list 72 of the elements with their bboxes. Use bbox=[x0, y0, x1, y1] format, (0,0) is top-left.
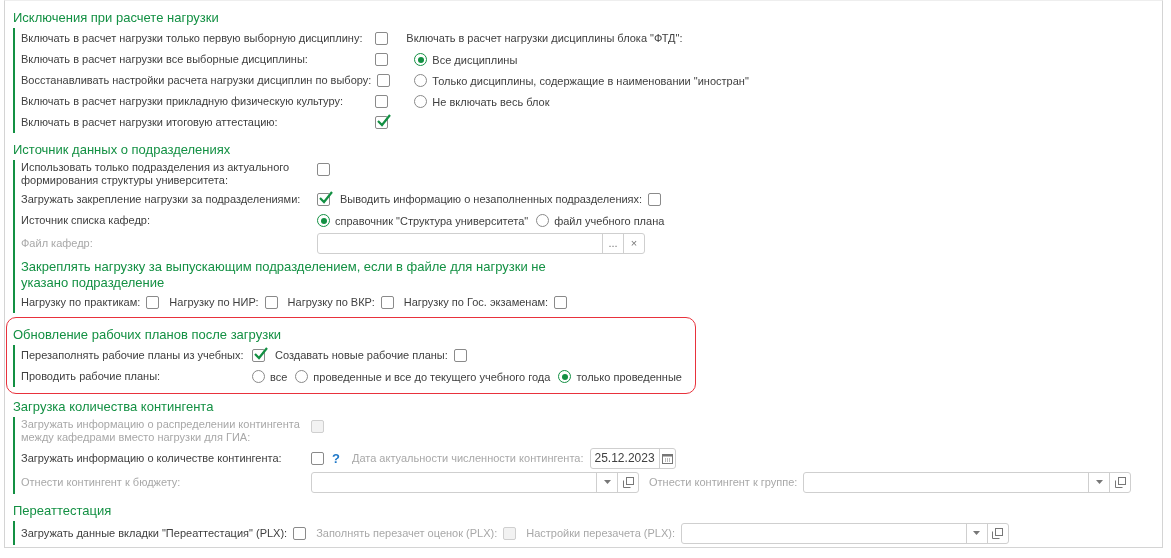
radio-option[interactable]: только проведенные bbox=[558, 370, 682, 383]
window-icon bbox=[992, 527, 1004, 539]
section-title: Источник данных о подразделениях bbox=[13, 142, 232, 158]
subsection-title: Закреплять нагрузку за выпускающим подразделением, если в файле для нагрузки не указано подразделение bbox=[21, 259, 547, 291]
checkbox[interactable] bbox=[264, 296, 278, 309]
window-icon bbox=[1114, 476, 1126, 488]
input-field[interactable] bbox=[311, 471, 639, 493]
field-label: Загружать данные вкладки "Переаттестация" (PLX): bbox=[21, 526, 288, 540]
field-label: Выводить информацию о незаполненных подразделениях: bbox=[340, 193, 643, 206]
field-label: Использовать только подразделения из актуального формирования структуры университета: bbox=[21, 161, 291, 187]
check-icon bbox=[376, 113, 392, 129]
field-label: Отнести контингент к бюджету: bbox=[21, 475, 182, 489]
radio-option[interactable]: Только дисциплины, содержащие в наименовании "иностран" bbox=[414, 74, 749, 87]
radio-option[interactable]: справочник "Структура университета" bbox=[317, 214, 529, 227]
field-label: Заполнять перезачет оценок (PLX): bbox=[316, 526, 498, 540]
check-icon bbox=[318, 190, 334, 206]
radio-option[interactable]: файл учебного плана bbox=[536, 214, 665, 227]
checkbox[interactable] bbox=[375, 32, 388, 45]
field-label: Файл кафедр: bbox=[21, 236, 94, 250]
radio-option[interactable]: проведенные и все до текущего учебного года bbox=[295, 370, 551, 383]
checkbox[interactable] bbox=[648, 193, 662, 206]
field-label: Перезаполнять рабочие планы из учебных: bbox=[21, 349, 245, 362]
field-label: Дата актуальности численности контингента: bbox=[351, 451, 584, 465]
checkbox[interactable] bbox=[317, 193, 330, 206]
field-label: Источник списка кафедр: bbox=[21, 214, 152, 227]
field-label: Нагрузку по НИР: bbox=[169, 296, 259, 309]
section-title: Исключения при расчете нагрузки bbox=[13, 10, 220, 26]
field-label: Загружать закрепление нагрузки за подразделениями: bbox=[21, 193, 302, 206]
checkbox[interactable] bbox=[377, 74, 391, 87]
check-icon bbox=[253, 346, 269, 362]
input-field[interactable] bbox=[803, 471, 1132, 493]
option-label: Включать в расчет нагрузки только первую выборную дисциплину: bbox=[21, 32, 364, 45]
input-field[interactable] bbox=[681, 522, 1009, 544]
caret-icon bbox=[1095, 480, 1103, 484]
checkbox[interactable] bbox=[375, 53, 388, 66]
option-label: Включать в расчет нагрузки итоговую аттестацию: bbox=[21, 116, 279, 129]
field-label: Создавать новые рабочие планы: bbox=[275, 349, 448, 362]
field-label: Нагрузку по ВКР: bbox=[287, 296, 375, 309]
option-label: Включать в расчет нагрузки прикладную физическую культуру: bbox=[21, 95, 344, 108]
checkbox[interactable] bbox=[252, 349, 265, 362]
help-link[interactable]: ? bbox=[332, 450, 340, 466]
checkbox[interactable] bbox=[317, 163, 330, 176]
option-label: Включать в расчет нагрузки все выборные дисциплины: bbox=[21, 53, 309, 66]
field-label: Загружать информацию о количестве контингента: bbox=[21, 451, 283, 465]
field-label: Нагрузку по Гос. экзаменам: bbox=[403, 296, 549, 309]
date-field[interactable]: 25.12.2023 bbox=[589, 447, 676, 469]
radio-option[interactable]: все bbox=[252, 370, 288, 383]
caret-icon bbox=[973, 531, 981, 535]
field-label: Проводить рабочие планы: bbox=[21, 370, 162, 383]
checkbox[interactable] bbox=[311, 451, 324, 465]
field-label: Отнести контингент к группе: bbox=[649, 475, 798, 489]
window-icon bbox=[622, 476, 634, 488]
section-title: Обновление рабочих планов после загрузки bbox=[13, 327, 283, 343]
radio-option[interactable]: Не включать весь блок bbox=[414, 95, 550, 108]
radio-option[interactable]: Все дисциплины bbox=[414, 53, 518, 66]
checkbox[interactable] bbox=[146, 296, 160, 309]
calendar-icon bbox=[661, 452, 673, 464]
checkbox[interactable] bbox=[375, 116, 388, 129]
option-label: Восстанавливать настройки расчета нагрузки дисциплин по выбору: bbox=[21, 74, 372, 87]
field-label: Настройки перезачета (PLX): bbox=[526, 526, 675, 540]
group-label: Включать в расчет нагрузки дисциплины блока "ФТД": bbox=[406, 32, 683, 45]
caret-icon bbox=[603, 480, 611, 484]
section-title: Переаттестация bbox=[13, 503, 113, 519]
calendar-button[interactable] bbox=[658, 448, 675, 468]
checkbox[interactable] bbox=[293, 526, 307, 540]
checkbox[interactable] bbox=[453, 349, 467, 362]
checkbox[interactable] bbox=[375, 95, 388, 108]
checkbox[interactable] bbox=[554, 296, 568, 309]
field-label: Нагрузку по практикам: bbox=[21, 296, 141, 309]
section-title: Загрузка количества контингента bbox=[13, 399, 215, 415]
checkbox[interactable] bbox=[380, 296, 394, 309]
field-label: Загружать информацию о распределении контингента между кафедрами вместо нагрузки для ГИА: bbox=[21, 418, 301, 444]
